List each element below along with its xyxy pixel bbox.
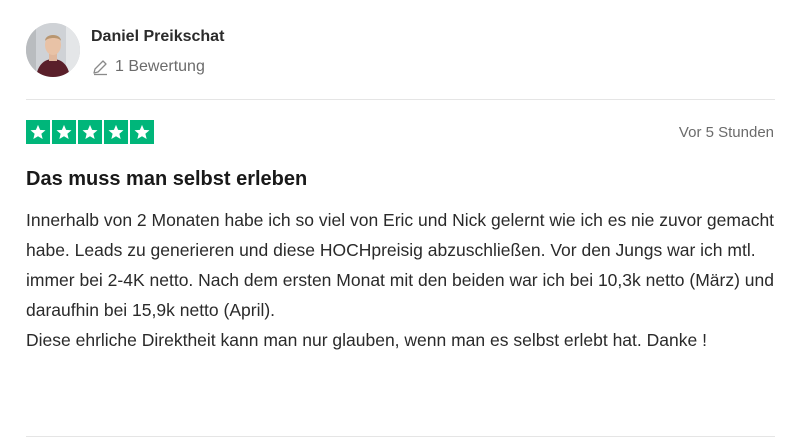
reviewer-name[interactable]: Daniel Preikschat xyxy=(91,27,224,47)
star-rating xyxy=(26,120,156,144)
star-icon xyxy=(52,120,76,144)
avatar[interactable] xyxy=(26,23,80,77)
pencil-icon xyxy=(93,60,107,76)
divider-bottom xyxy=(26,436,775,437)
review-count-label: 1 Bewertung xyxy=(115,58,205,75)
review-date: Vor 5 Stunden xyxy=(678,124,774,141)
review-paragraph: Diese ehrliche Direktheit kann man nur g… xyxy=(26,330,707,350)
reviewer-header: Daniel Preikschat 1 Bewertung xyxy=(26,23,224,77)
star-icon xyxy=(104,120,128,144)
divider-top xyxy=(26,99,775,100)
review-count: 1 Bewertung xyxy=(91,57,224,77)
review-title[interactable]: Das muss man selbst erleben xyxy=(26,168,307,191)
review-paragraph: Innerhalb von 2 Monaten habe ich so viel… xyxy=(26,210,775,320)
star-icon xyxy=(78,120,102,144)
review-body: Innerhalb von 2 Monaten habe ich so viel… xyxy=(26,205,778,355)
star-icon xyxy=(130,120,154,144)
star-icon xyxy=(26,120,50,144)
